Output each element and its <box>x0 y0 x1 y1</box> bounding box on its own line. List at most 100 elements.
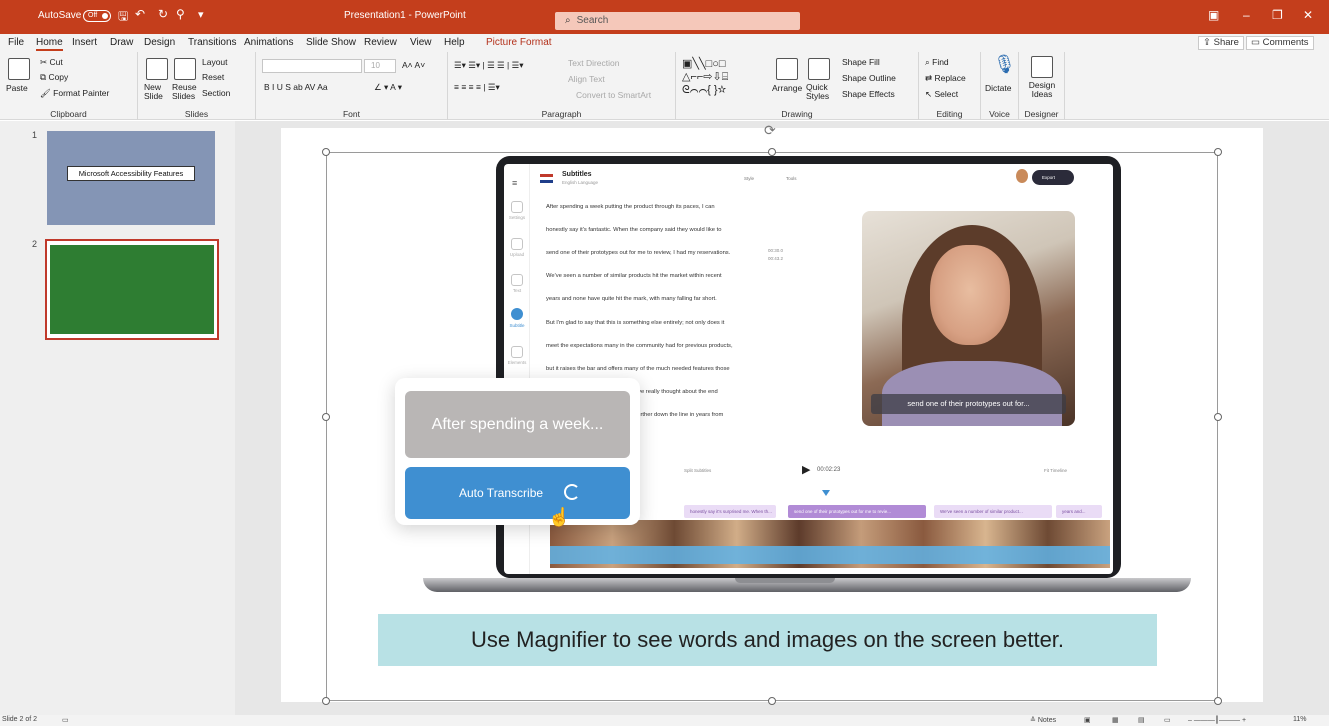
copy-button[interactable]: ⧉ Copy <box>40 72 68 83</box>
notes-icon: ≙ <box>1030 717 1038 724</box>
grow-font-icon[interactable]: A˄ A˅ <box>402 60 425 70</box>
new-slide-icon[interactable] <box>146 58 168 80</box>
section-button[interactable]: Section <box>202 88 230 98</box>
search-icon: ⌕ <box>565 15 571 26</box>
resize-handle[interactable] <box>1214 413 1222 421</box>
slide-caption[interactable]: Use Magnifier to see words and images on… <box>378 614 1157 666</box>
quick-styles-button[interactable]: Quick Styles <box>806 83 836 101</box>
dictate-button[interactable]: Dictate <box>985 83 1011 93</box>
save-icon[interactable]: 🖫 <box>118 7 128 28</box>
resize-handle[interactable] <box>322 148 330 156</box>
title-bar: AutoSave Off 🖫 ↶ ↻ ⚲ ▾ Presentation1 - P… <box>0 0 1329 34</box>
status-bar: Slide 2 of 2 ▭ ≙ Notes ▣ ▦ ▤ ▭ – ———┃———… <box>0 715 1329 726</box>
tab-help[interactable]: Help <box>444 37 465 48</box>
slide-sorter-icon[interactable]: ▦ <box>1112 716 1119 724</box>
tab-insert[interactable]: Insert <box>72 37 97 48</box>
text-direction-button[interactable]: Text Direction <box>568 58 620 68</box>
document-title: Presentation1 - PowerPoint <box>344 10 466 21</box>
comment-icon: ▭ <box>1251 37 1263 48</box>
reading-view-icon[interactable]: ▤ <box>1138 716 1145 724</box>
design-ideas-icon[interactable] <box>1031 56 1053 78</box>
bold-italic-underline-icons[interactable]: B I U S ab AV Aa <box>264 82 328 92</box>
resize-handle[interactable] <box>322 697 330 705</box>
align-icons[interactable]: ≡ ≡ ≡ ≡ | ☰▾ <box>454 82 500 93</box>
reset-button[interactable]: Reset <box>202 72 224 82</box>
autosave-toggle[interactable]: Off <box>83 10 111 22</box>
start-from-beginning-icon[interactable]: ⚲ <box>176 7 185 21</box>
new-slide-button[interactable]: New Slide <box>144 83 170 101</box>
tab-picture-format[interactable]: Picture Format <box>486 37 552 48</box>
subtitle-line: but it raises the bar and offers many of… <box>546 366 730 372</box>
normal-view-icon[interactable]: ▣ <box>1084 716 1091 724</box>
resize-handle[interactable] <box>1214 148 1222 156</box>
slides-group: New Slide Reuse Slides Layout Reset Sect… <box>138 52 256 120</box>
paste-button[interactable]: Paste <box>6 83 28 93</box>
tab-view[interactable]: View <box>410 37 432 48</box>
resize-handle[interactable] <box>1214 697 1222 705</box>
resize-handle[interactable] <box>768 697 776 705</box>
tab-animations[interactable]: Animations <box>244 37 293 48</box>
paste-icon[interactable] <box>8 58 30 80</box>
replace-label: Replace <box>934 73 966 83</box>
minimize-icon[interactable]: – <box>1243 8 1250 22</box>
shape-fill-button[interactable]: Shape Fill <box>842 57 880 67</box>
quick-styles-icon[interactable] <box>808 58 830 80</box>
slide-thumbnail-1[interactable]: Microsoft Accessibility Features <box>47 131 215 225</box>
drawing-label: Drawing <box>781 109 813 119</box>
notes-button[interactable]: ≙ Notes <box>1030 716 1056 724</box>
app-subtitle: English Language <box>562 180 599 185</box>
tab-home[interactable]: Home <box>36 37 63 51</box>
shape-effects-button[interactable]: Shape Effects <box>842 89 895 99</box>
reuse-slides-icon[interactable] <box>174 58 196 80</box>
accessibility-icon[interactable]: ▭ <box>62 716 69 724</box>
tab-transitions[interactable]: Transitions <box>188 37 237 48</box>
select-button[interactable]: ↖ Select <box>925 89 958 100</box>
voice-label: Voice <box>989 109 1010 119</box>
search-box[interactable]: ⌕ Search <box>555 12 800 30</box>
align-text-button[interactable]: Align Text <box>568 74 605 84</box>
tab-slide-show[interactable]: Slide Show <box>306 37 356 48</box>
replace-button[interactable]: ⇄ Replace <box>925 73 966 84</box>
ribbon-display-icon[interactable]: ▣ <box>1208 8 1219 22</box>
font-name-box[interactable] <box>262 59 362 73</box>
customize-toolbar-icon[interactable]: ▾ <box>198 8 204 21</box>
format-painter-button[interactable]: 🖌 Format Painter <box>40 88 109 99</box>
slideshow-view-icon[interactable]: ▭ <box>1164 716 1171 724</box>
cut-button[interactable]: ✂ Cut <box>40 57 63 68</box>
tab-review[interactable]: Review <box>364 37 397 48</box>
tab-draw[interactable]: Draw <box>110 37 133 48</box>
video-face <box>930 245 1010 345</box>
arrange-button[interactable]: Arrange <box>772 83 802 93</box>
find-button[interactable]: ⌕ Find <box>925 57 949 68</box>
convert-smartart-button[interactable]: Convert to SmartArt <box>576 90 651 100</box>
zoom-slider[interactable]: – ———┃——— + <box>1188 716 1246 724</box>
timeline-time: 00:02:23 <box>817 467 841 473</box>
shape-outline-button[interactable]: Shape Outline <box>842 73 896 83</box>
zoom-level[interactable]: 11% <box>1293 716 1307 723</box>
tab-file[interactable]: File <box>8 37 24 48</box>
tab-design[interactable]: Design <box>144 37 175 48</box>
slide-thumbnail-2[interactable] <box>45 239 219 340</box>
export-button: Export <box>1032 170 1074 185</box>
shapes-gallery-icon[interactable]: ▣╲╲□○□ △⌐⌐⇨⇩⌸ ᘓ⌒⌒{ }☆ <box>682 57 728 97</box>
reuse-slides-button[interactable]: Reuse Slides <box>172 83 202 101</box>
resize-handle[interactable] <box>768 148 776 156</box>
redo-icon[interactable]: ↻ <box>158 7 168 21</box>
bullets-icon[interactable]: ☰▾ ☰▾ | ☰ ☰ | ☰▾ <box>454 60 524 71</box>
rotate-handle-icon[interactable]: ⟳ <box>764 122 776 139</box>
resize-handle[interactable] <box>322 413 330 421</box>
design-ideas-button[interactable]: Design Ideas <box>1025 81 1059 99</box>
comments-button[interactable]: ▭ Comments <box>1246 36 1314 50</box>
split-subtitles-label: Split Subtitles <box>684 468 712 473</box>
clipboard-label: Clipboard <box>50 109 87 119</box>
layout-button[interactable]: Layout <box>202 57 228 67</box>
arrange-icon[interactable] <box>776 58 798 80</box>
microphone-icon[interactable]: 🎙 <box>993 54 1016 75</box>
slide-number-2: 2 <box>32 239 38 249</box>
font-size-box[interactable]: 10 <box>364 59 396 73</box>
font-color-icon[interactable]: ∠ ▾ A ▾ <box>374 82 402 93</box>
share-button[interactable]: ⇪ Share <box>1198 36 1244 50</box>
undo-icon[interactable]: ↶ <box>135 7 145 21</box>
close-icon[interactable]: ✕ <box>1303 8 1313 22</box>
maximize-icon[interactable]: ❐ <box>1272 8 1283 22</box>
